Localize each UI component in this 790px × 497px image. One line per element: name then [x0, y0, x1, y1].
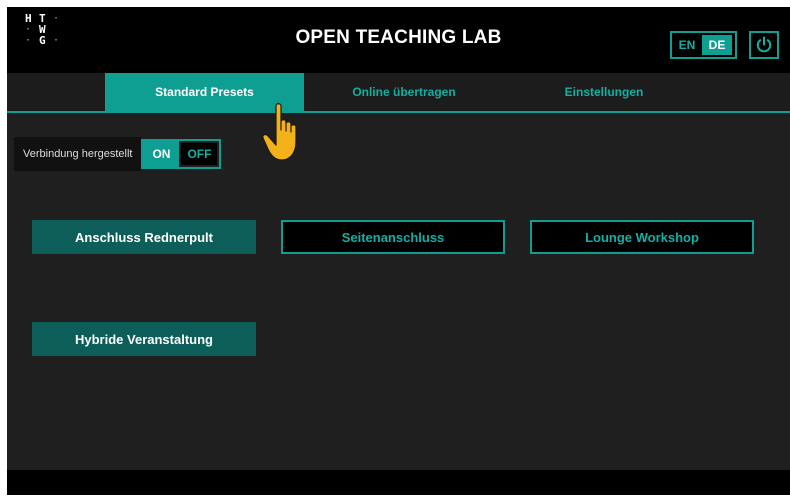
tab-bar: Standard Presets Online übertragen Einst… [7, 73, 790, 113]
logo-dot: · [53, 13, 60, 24]
footer [7, 470, 790, 495]
app-frame: H T · · W · G · OPEN TEACHING LAB EN DE … [7, 7, 790, 495]
preset-hybride-veranstaltung[interactable]: Hybride Veranstaltung [32, 322, 256, 356]
connection-toggle[interactable]: ON OFF [141, 139, 222, 169]
logo-letter: H [25, 12, 32, 25]
language-switch: EN DE [670, 31, 737, 59]
preset-anschluss-rednerpult[interactable]: Anschluss Rednerpult [32, 220, 256, 254]
power-icon [756, 36, 772, 53]
preset-seitenanschluss[interactable]: Seitenanschluss [281, 220, 505, 254]
power-button[interactable] [749, 31, 779, 59]
language-en-button[interactable]: EN [672, 33, 702, 57]
header: H T · · W · G · OPEN TEACHING LAB EN DE [7, 7, 790, 73]
hand-pointer-icon [262, 103, 297, 161]
language-de-button[interactable]: DE [702, 35, 732, 55]
toggle-on[interactable]: ON [143, 141, 180, 167]
toggle-off[interactable]: OFF [181, 143, 218, 165]
connection-status-label: Verbindung hergestellt [14, 137, 142, 171]
preset-lounge-workshop[interactable]: Lounge Workshop [530, 220, 754, 254]
tab-einstellungen[interactable]: Einstellungen [504, 73, 704, 111]
connection-status: Verbindung hergestellt ON OFF [14, 137, 222, 171]
tab-online-uebertragen[interactable]: Online übertragen [304, 73, 504, 111]
main-content: Verbindung hergestellt ON OFF Anschluss … [7, 113, 790, 470]
